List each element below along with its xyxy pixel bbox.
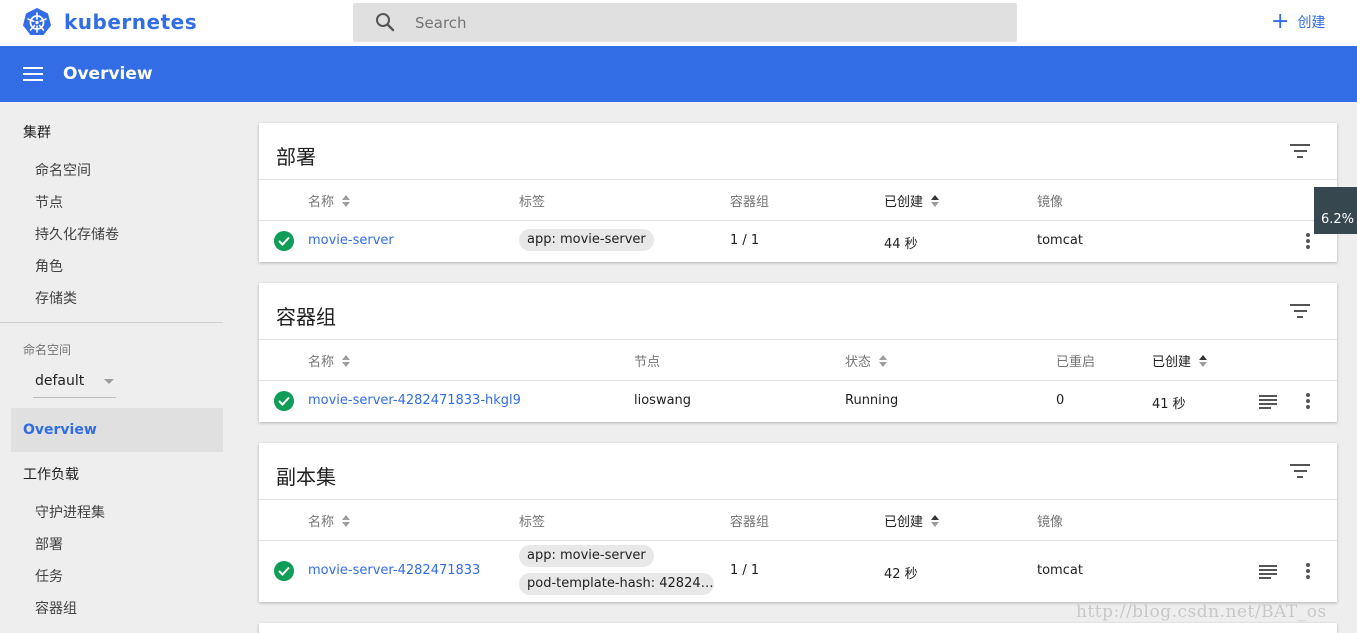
sidebar-item-persistent-volumes[interactable]: 持久化存储卷 — [35, 224, 119, 244]
next-card — [259, 623, 1337, 633]
more-vert-icon[interactable] — [1306, 563, 1310, 579]
search-icon — [376, 13, 395, 32]
top-bar: kubernetes + 创建 — [0, 0, 1357, 46]
divider — [259, 339, 1337, 340]
created-age: 44 秒 — [884, 237, 918, 252]
sort-icon — [342, 354, 351, 367]
more-vert-icon[interactable] — [1306, 393, 1310, 409]
pod-name-link[interactable]: movie-server-4282471833-hkgl9 — [308, 393, 521, 408]
brand-name[interactable]: kubernetes — [64, 10, 197, 34]
search-input[interactable] — [415, 3, 995, 42]
column-header-node: 节点 — [634, 355, 661, 370]
sidebar-item-deployments[interactable]: 部署 — [35, 534, 63, 554]
sort-ascending-icon — [1199, 354, 1208, 367]
filter-icon[interactable] — [1290, 304, 1310, 318]
column-header-labels: 标签 — [519, 515, 546, 530]
plus-icon: + — [1271, 9, 1290, 34]
watermark: http://blog.csdn.net/BAT_os — [1076, 602, 1327, 622]
namespace-value: default — [35, 373, 85, 389]
label-chip: pod-template-hash: 42824… — [519, 573, 714, 595]
create-button[interactable]: + 创建 — [1271, 10, 1325, 34]
kubernetes-logo-icon[interactable] — [22, 7, 52, 37]
label-chip: app: movie-server — [519, 545, 654, 567]
more-vert-icon[interactable] — [1306, 233, 1310, 249]
filter-icon[interactable] — [1290, 464, 1310, 478]
sort-ascending-icon — [931, 194, 940, 207]
sidebar-item-storage-classes[interactable]: 存储类 — [35, 288, 77, 308]
logs-icon[interactable] — [1259, 565, 1277, 579]
page-title: Overview — [63, 64, 153, 84]
search-bar[interactable] — [353, 3, 1017, 42]
filter-icon[interactable] — [1290, 144, 1310, 158]
pod-status: Running — [845, 393, 899, 408]
column-header-created[interactable]: 已创建 — [1152, 351, 1208, 370]
usage-tooltip: 6.2% — [1314, 187, 1357, 234]
success-check-icon — [274, 561, 294, 581]
sidebar-item-overview[interactable]: Overview — [11, 408, 223, 452]
namespace-label: 命名空间 — [23, 343, 72, 357]
replicaset-name-link[interactable]: movie-server-4282471833 — [308, 563, 480, 578]
column-header-restarts: 已重启 — [1056, 355, 1096, 370]
card-title: 副本集 — [276, 465, 336, 489]
deployments-card: 部署 名称 标签 容器组 已创建 镜像 movie-server app: mo… — [259, 123, 1337, 262]
sidebar-item-nodes[interactable]: 节点 — [35, 192, 63, 212]
chevron-down-icon — [104, 379, 114, 384]
sidebar-item-jobs[interactable]: 任务 — [35, 566, 63, 586]
create-label: 创建 — [1297, 15, 1326, 31]
column-header-created[interactable]: 已创建 — [884, 511, 940, 530]
sidebar-heading-workloads[interactable]: 工作负载 — [23, 464, 79, 484]
sidebar-heading-cluster[interactable]: 集群 — [23, 122, 51, 142]
namespace-select[interactable]: default — [33, 370, 116, 398]
column-header-pods: 容器组 — [730, 515, 770, 530]
column-header-name[interactable]: 名称 — [308, 351, 351, 370]
sidebar-divider — [0, 322, 223, 323]
page-header: Overview — [0, 46, 1357, 102]
replicasets-card: 副本集 名称 标签 容器组 已创建 镜像 movie-server-428247… — [259, 443, 1337, 602]
sort-ascending-icon — [931, 514, 940, 527]
deployment-name-link[interactable]: movie-server — [308, 233, 394, 248]
sort-icon — [879, 354, 888, 367]
tooltip-text: 6.2% — [1321, 212, 1355, 227]
divider — [259, 499, 1337, 500]
sidebar-item-namespaces[interactable]: 命名空间 — [35, 160, 91, 180]
menu-icon[interactable] — [23, 67, 43, 81]
created-age: 42 秒 — [884, 567, 918, 582]
sidebar-item-roles[interactable]: 角色 — [35, 256, 63, 276]
divider — [259, 179, 1337, 180]
restart-count: 0 — [1056, 393, 1065, 408]
logs-icon[interactable] — [1259, 395, 1277, 409]
pods-card: 容器组 名称 节点 状态 已重启 已创建 movie-server-428247… — [259, 283, 1337, 422]
success-check-icon — [274, 231, 294, 251]
column-header-image: 镜像 — [1037, 195, 1064, 210]
sidebar-item-pods[interactable]: 容器组 — [35, 598, 77, 618]
column-header-created[interactable]: 已创建 — [884, 191, 940, 210]
created-age: 41 秒 — [1152, 397, 1186, 412]
column-header-pods: 容器组 — [730, 195, 770, 210]
sidebar-item-label: Overview — [23, 422, 97, 438]
column-header-name[interactable]: 名称 — [308, 511, 351, 530]
column-header-labels: 标签 — [519, 195, 546, 210]
divider — [259, 380, 1337, 381]
sidebar-item-daemon-sets[interactable]: 守护进程集 — [35, 502, 105, 522]
card-title: 部署 — [276, 145, 316, 169]
label-chip: app: movie-server — [519, 229, 654, 251]
column-header-image: 镜像 — [1037, 515, 1064, 530]
sidebar: 集群 命名空间 节点 持久化存储卷 角色 存储类 命名空间 default Ov… — [0, 102, 230, 633]
pods-count: 1 / 1 — [730, 233, 760, 248]
sort-icon — [342, 514, 351, 527]
column-header-status[interactable]: 状态 — [845, 351, 888, 370]
card-title: 容器组 — [276, 305, 336, 329]
sort-icon — [342, 194, 351, 207]
image-name: tomcat — [1037, 563, 1083, 578]
image-name: tomcat — [1037, 233, 1083, 248]
node-name: lioswang — [634, 393, 692, 408]
divider — [259, 220, 1337, 221]
divider — [259, 540, 1337, 541]
success-check-icon — [274, 391, 294, 411]
column-header-name[interactable]: 名称 — [308, 191, 351, 210]
pods-count: 1 / 1 — [730, 563, 760, 578]
